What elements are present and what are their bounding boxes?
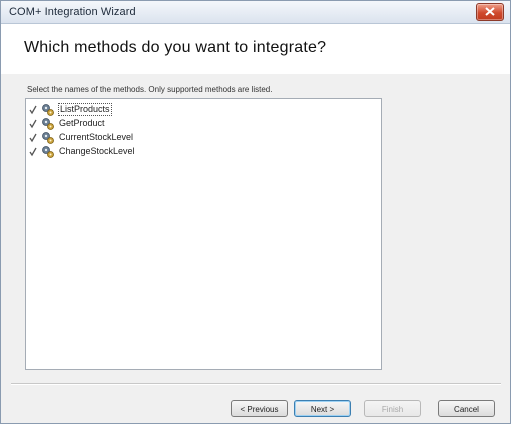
instruction-text: Select the names of the methods. Only su… — [27, 85, 273, 94]
cancel-button[interactable]: Cancel — [438, 400, 495, 417]
gear-icon — [42, 118, 54, 130]
method-label: ChangeStockLevel — [59, 146, 135, 156]
method-label: CurrentStockLevel — [59, 132, 134, 142]
gear-icon — [42, 132, 54, 144]
check-icon[interactable] — [29, 133, 37, 143]
window-title: COM+ Integration Wizard — [9, 6, 136, 18]
page-title: Which methods do you want to integrate? — [24, 39, 327, 56]
close-button[interactable] — [476, 3, 504, 21]
check-icon[interactable] — [29, 119, 37, 129]
gear-icon — [42, 104, 54, 116]
finish-button[interactable]: Finish — [364, 400, 421, 417]
previous-button[interactable]: < Previous — [231, 400, 288, 417]
wizard-window: COM+ Integration Wizard Which methods do… — [0, 0, 511, 424]
gear-icon — [42, 146, 54, 158]
method-label: GetProduct — [59, 118, 105, 128]
method-item[interactable]: GetProduct — [29, 117, 229, 131]
method-item[interactable]: ChangeStockLevel — [29, 145, 229, 159]
title-bar[interactable]: COM+ Integration Wizard — [1, 1, 510, 24]
method-item[interactable]: ListProducts — [29, 103, 229, 117]
wizard-header: Which methods do you want to integrate? — [1, 24, 510, 74]
method-list[interactable]: ListProducts GetProduct CurrentStockLeve… — [25, 98, 382, 370]
method-item[interactable]: CurrentStockLevel — [29, 131, 229, 145]
check-icon[interactable] — [29, 105, 37, 115]
method-label: ListProducts — [58, 103, 112, 116]
close-icon — [485, 7, 495, 16]
check-icon[interactable] — [29, 147, 37, 157]
next-button[interactable]: Next > — [294, 400, 351, 417]
footer-separator — [11, 383, 501, 385]
